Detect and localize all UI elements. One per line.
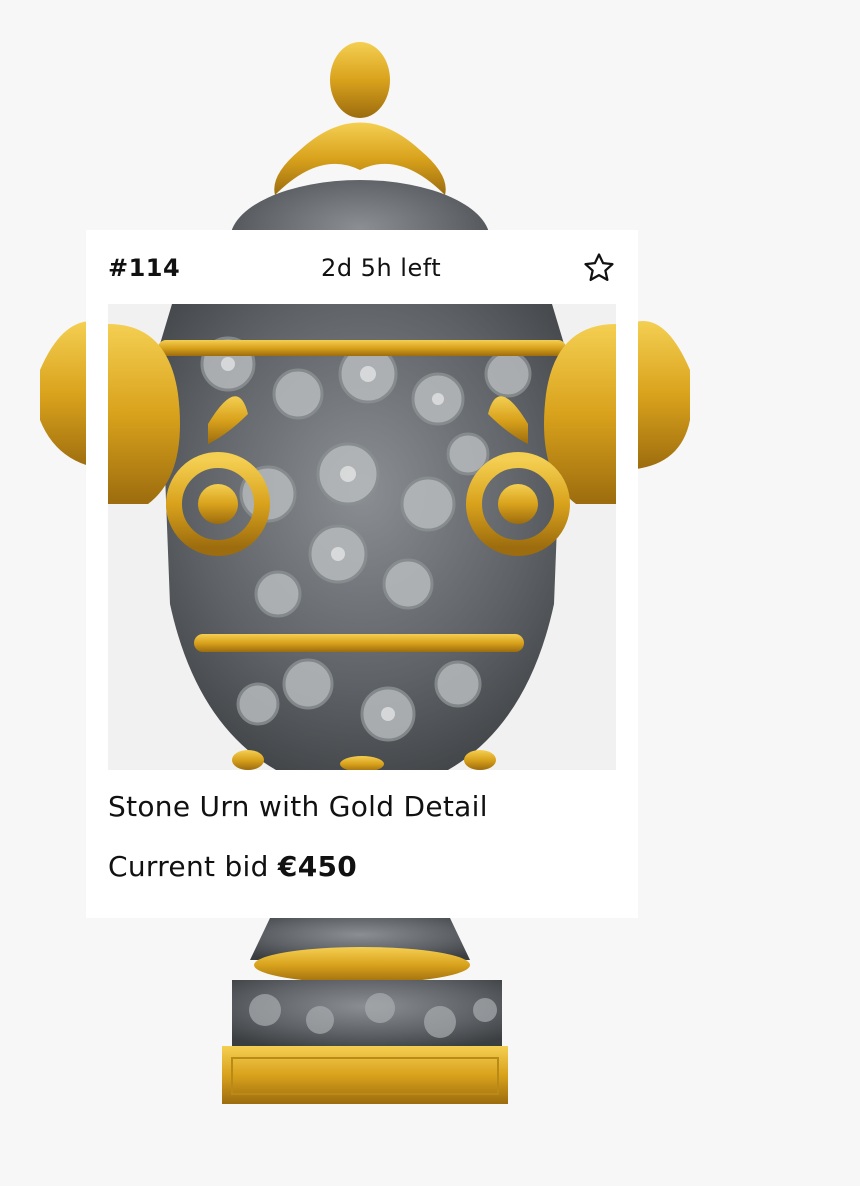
lot-title[interactable]: Stone Urn with Gold Detail bbox=[108, 790, 618, 823]
current-bid: Current bid €450 bbox=[108, 850, 618, 883]
star-outline-icon bbox=[584, 253, 614, 282]
bid-amount: €450 bbox=[277, 850, 358, 883]
lot-number: #114 bbox=[108, 254, 181, 282]
card-header: #114 2d 5h left bbox=[108, 246, 616, 290]
bid-label: Current bid bbox=[108, 850, 278, 883]
favorite-button[interactable] bbox=[582, 251, 616, 285]
auction-lot-card[interactable]: #114 2d 5h left Stone Urn with Gold Deta… bbox=[86, 230, 638, 918]
time-left: 2d 5h left bbox=[321, 254, 442, 282]
lot-image[interactable] bbox=[108, 304, 616, 770]
